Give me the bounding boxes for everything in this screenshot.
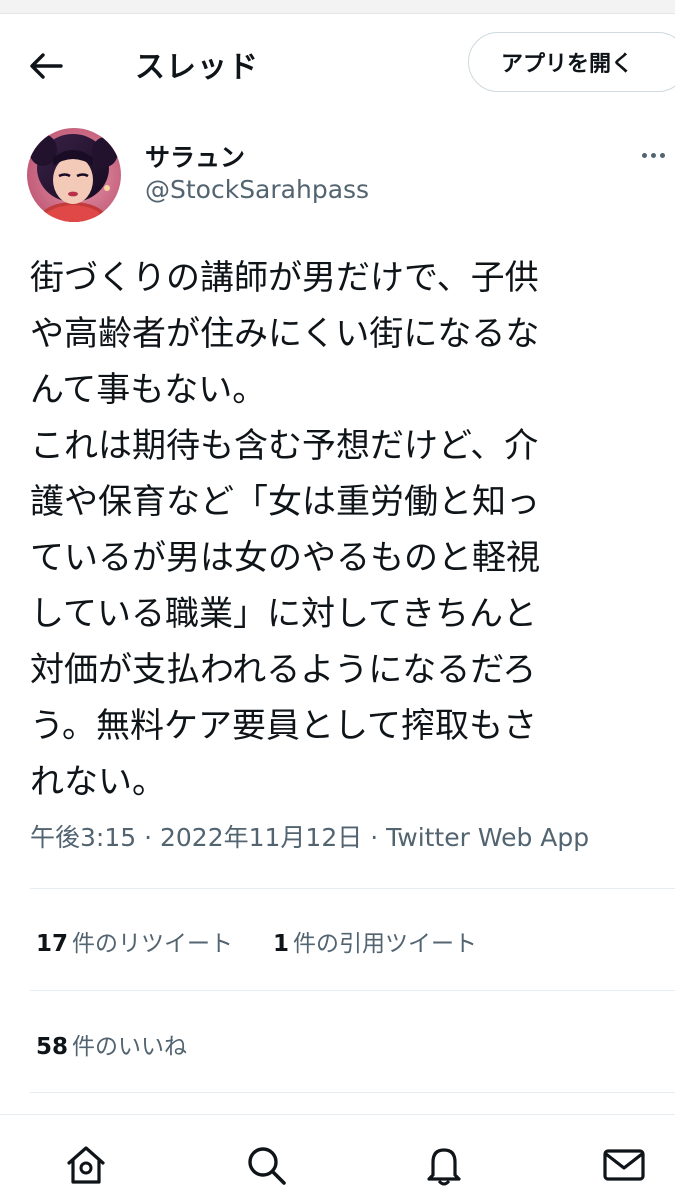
tweet-line: 対価が支払われるようになるだろ bbox=[30, 650, 537, 690]
retweets-count: 17 bbox=[36, 931, 69, 957]
tweet-meta: 午後3:15 · 2022年11月12日 · Twitter Web App bbox=[30, 818, 589, 854]
divider bbox=[30, 888, 675, 889]
more-options-button[interactable] bbox=[642, 140, 675, 170]
likes-stat[interactable]: 58 件のいいね bbox=[36, 1027, 187, 1061]
avatar-image bbox=[27, 128, 121, 222]
tweet-line: している職業」に対してきちんと bbox=[30, 594, 537, 634]
tweet-line: う。無料ケア要員として搾取もさ bbox=[30, 706, 537, 746]
meta-separator: · bbox=[370, 823, 379, 852]
more-dot bbox=[660, 152, 665, 158]
tweet-line: 街づくりの講師が男だけで、子供 bbox=[30, 258, 539, 298]
more-dot bbox=[651, 152, 656, 158]
header: スレッド アプリを開く bbox=[0, 14, 675, 114]
avatar[interactable] bbox=[27, 128, 121, 222]
tweet-date[interactable]: 2022年11月12日 bbox=[160, 823, 362, 852]
nav-messages[interactable] bbox=[600, 1141, 648, 1189]
tweet-line: 護や保育など「女は重労働と知っ bbox=[30, 482, 540, 522]
divider bbox=[30, 1092, 675, 1093]
tweet-time[interactable]: 午後3:15 bbox=[30, 823, 136, 852]
display-name[interactable]: サラュン bbox=[145, 138, 245, 174]
meta-separator: · bbox=[144, 823, 153, 852]
tweet-line: んて事もない。 bbox=[30, 370, 267, 410]
retweets-label: 件のリツイート bbox=[72, 931, 234, 957]
quotes-stat[interactable]: 1 件の引用ツイート bbox=[273, 924, 477, 958]
top-bar-strip bbox=[0, 0, 675, 14]
nav-notifications[interactable] bbox=[420, 1141, 468, 1189]
tweet-line: れない。 bbox=[30, 762, 166, 802]
quotes-count: 1 bbox=[273, 931, 290, 957]
bell-icon bbox=[427, 1148, 461, 1186]
tweet-line: や高齢者が住みにくい街になるな bbox=[30, 314, 540, 354]
back-button[interactable] bbox=[22, 44, 70, 88]
more-dot bbox=[642, 152, 647, 158]
home-icon bbox=[67, 1146, 105, 1184]
quotes-label: 件の引用ツイート bbox=[293, 931, 478, 957]
tweet-source[interactable]: Twitter Web App bbox=[386, 823, 589, 852]
open-app-button[interactable]: アプリを開く bbox=[468, 32, 675, 92]
bottom-nav bbox=[0, 1114, 675, 1200]
tweet-line: これは期待も含む予想だけど、介 bbox=[30, 426, 539, 466]
mail-icon bbox=[603, 1149, 645, 1181]
tweet-text: 街づくりの講師が男だけで、子供 や高齢者が住みにくい街になるな んて事もない。 … bbox=[30, 250, 660, 810]
likes-count: 58 bbox=[36, 1034, 69, 1060]
divider bbox=[30, 990, 675, 991]
search-icon bbox=[248, 1147, 286, 1185]
arrow-left-icon bbox=[30, 53, 63, 79]
tweet-line: ているが男は女のやるものと軽視 bbox=[30, 538, 540, 578]
nav-home[interactable] bbox=[62, 1141, 110, 1189]
nav-search[interactable] bbox=[242, 1141, 290, 1189]
retweets-stat[interactable]: 17 件のリツイート bbox=[36, 924, 233, 958]
user-handle[interactable]: @StockSarahpass bbox=[145, 175, 369, 204]
page-title: スレッド bbox=[135, 50, 259, 85]
likes-label: 件のいいね bbox=[72, 1034, 188, 1060]
stats-row: 17 件のリツイート 1 件の引用ツイート bbox=[36, 924, 477, 958]
